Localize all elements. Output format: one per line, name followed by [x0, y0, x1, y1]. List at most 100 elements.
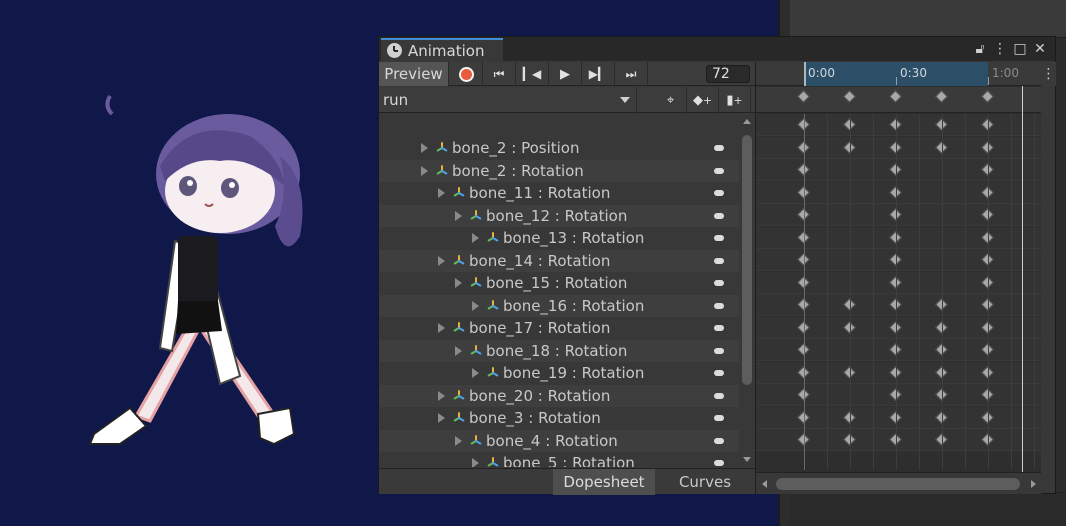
expand-arrow-icon[interactable] [472, 458, 479, 467]
keyframe-track[interactable] [756, 361, 1041, 384]
tick-label-start: 0:00 [808, 66, 835, 80]
property-options-icon[interactable] [714, 235, 724, 241]
summary-keyframe-row[interactable] [756, 87, 1041, 113]
last-keyframe-button[interactable]: ⏭︎ [615, 62, 648, 86]
expand-arrow-icon[interactable] [455, 278, 462, 288]
property-options-icon[interactable] [714, 212, 724, 219]
close-icon[interactable]: ✕ [1031, 40, 1049, 58]
property-options-icon[interactable] [714, 145, 724, 151]
property-row[interactable]: bone_5 : Rotation [379, 452, 739, 467]
expand-arrow-icon[interactable] [438, 323, 445, 333]
property-options-icon[interactable] [714, 460, 724, 466]
property-options-icon[interactable] [714, 415, 724, 421]
expand-arrow-icon[interactable] [455, 345, 462, 356]
add-keyframe-button[interactable]: ◆+ [687, 87, 719, 113]
property-row[interactable]: bone_2 : Position [379, 137, 739, 159]
keyframe-track[interactable] [756, 204, 1041, 226]
expand-arrow-icon[interactable] [472, 300, 479, 311]
scroll-right-arrow-icon[interactable] [1031, 480, 1036, 488]
property-row[interactable]: bone_12 : Rotation [379, 204, 739, 227]
property-list-scroll-thumb[interactable] [742, 135, 752, 385]
keyframe-marker[interactable] [797, 90, 810, 103]
expand-arrow-icon[interactable] [438, 390, 445, 401]
expand-arrow-icon[interactable] [421, 143, 428, 153]
property-list-scrollbar[interactable] [739, 114, 755, 467]
expand-arrow-icon[interactable] [455, 210, 462, 221]
frame-input[interactable]: 72 [706, 65, 750, 83]
property-row[interactable]: bone_14 : Rotation [379, 249, 739, 272]
property-row[interactable]: bone_11 : Rotation [379, 182, 739, 204]
keyframe-track[interactable] [756, 114, 1041, 136]
expand-arrow-icon[interactable] [472, 233, 479, 243]
property-row[interactable]: bone_18 : Rotation [379, 339, 739, 362]
prev-keyframe-button[interactable]: ▎◀ [516, 62, 549, 86]
keyframe-track[interactable] [756, 429, 1041, 451]
property-options-icon[interactable] [714, 280, 724, 286]
expand-arrow-icon[interactable] [472, 368, 479, 378]
property-options-icon[interactable] [714, 347, 724, 354]
timeline-scroll-thumb[interactable] [776, 478, 1020, 490]
keyframe-track[interactable] [756, 384, 1041, 406]
expand-arrow-icon[interactable] [421, 165, 428, 176]
preview-button[interactable]: Preview [379, 62, 449, 86]
filter-by-selection-button[interactable]: ⌖ [655, 87, 687, 113]
keyframe-track[interactable] [756, 249, 1041, 271]
keyframe-track[interactable] [756, 316, 1041, 339]
property-options-icon[interactable] [714, 302, 724, 309]
record-button[interactable] [450, 62, 483, 86]
property-row[interactable]: bone_3 : Rotation [379, 407, 739, 429]
time-ruler[interactable]: 0:00 0:30 1:00 [756, 62, 1041, 86]
property-options-icon[interactable] [714, 325, 724, 331]
property-row[interactable]: bone_2 : Rotation [379, 159, 739, 182]
keyframe-track[interactable] [756, 294, 1041, 316]
playhead[interactable] [1022, 86, 1023, 472]
keyframe-track[interactable] [756, 226, 1041, 249]
timeline-menu-icon[interactable]: ⋮ [1041, 62, 1056, 86]
property-row[interactable]: bone_16 : Rotation [379, 294, 739, 317]
property-row[interactable]: bone_17 : Rotation [379, 317, 739, 339]
scroll-down-arrow-icon[interactable] [743, 457, 751, 462]
property-row[interactable]: bone_15 : Rotation [379, 272, 739, 294]
scroll-up-arrow-icon[interactable] [743, 119, 751, 124]
keyframe-track[interactable] [756, 271, 1041, 294]
add-event-button[interactable]: ▮+ [719, 87, 751, 113]
maximize-icon[interactable]: □ [1011, 40, 1029, 58]
keyframe-marker[interactable] [935, 90, 948, 103]
property-options-icon[interactable] [714, 437, 724, 444]
property-row[interactable]: bone_20 : Rotation [379, 384, 739, 407]
dopesheet-timeline[interactable]: 0:00 0:30 1:00 [755, 62, 1041, 494]
more-options-icon[interactable]: ⋮ [991, 40, 1009, 58]
expand-arrow-icon[interactable] [438, 255, 445, 266]
expand-arrow-icon[interactable] [438, 413, 445, 423]
keyframe-marker[interactable] [981, 90, 994, 103]
tab-curves[interactable]: Curves [655, 469, 755, 495]
animation-tab[interactable]: Animation [381, 38, 503, 61]
clip-dropdown[interactable]: run [379, 87, 637, 113]
first-keyframe-button[interactable]: ⏮︎ [483, 62, 516, 86]
keyframe-marker[interactable] [843, 90, 856, 103]
property-row[interactable]: bone_4 : Rotation [379, 429, 739, 452]
property-options-icon[interactable] [714, 370, 724, 376]
keyframe-track[interactable] [756, 159, 1041, 181]
property-row[interactable]: bone_19 : Rotation [379, 362, 739, 384]
tab-dopesheet[interactable]: Dopesheet [553, 469, 655, 495]
range-start-marker[interactable] [804, 62, 806, 86]
next-keyframe-button[interactable]: ▶▎ [582, 62, 615, 86]
timeline-scrollbar[interactable] [756, 472, 1041, 494]
keyframe-track[interactable] [756, 136, 1041, 159]
property-options-icon[interactable] [714, 167, 724, 174]
property-options-icon[interactable] [714, 190, 724, 196]
keyframe-track[interactable] [756, 181, 1041, 204]
scroll-left-arrow-icon[interactable] [762, 480, 767, 488]
keyframe-tracks[interactable] [756, 114, 1041, 470]
lock-icon[interactable]: 🔓︎ [971, 40, 989, 58]
property-row[interactable]: bone_13 : Rotation [379, 227, 739, 249]
keyframe-track[interactable] [756, 406, 1041, 429]
expand-arrow-icon[interactable] [455, 435, 462, 446]
property-options-icon[interactable] [714, 392, 724, 399]
expand-arrow-icon[interactable] [438, 188, 445, 198]
play-button[interactable]: ▶ [549, 62, 582, 86]
keyframe-track[interactable] [756, 339, 1041, 361]
keyframe-marker[interactable] [889, 90, 902, 103]
property-options-icon[interactable] [714, 257, 724, 264]
